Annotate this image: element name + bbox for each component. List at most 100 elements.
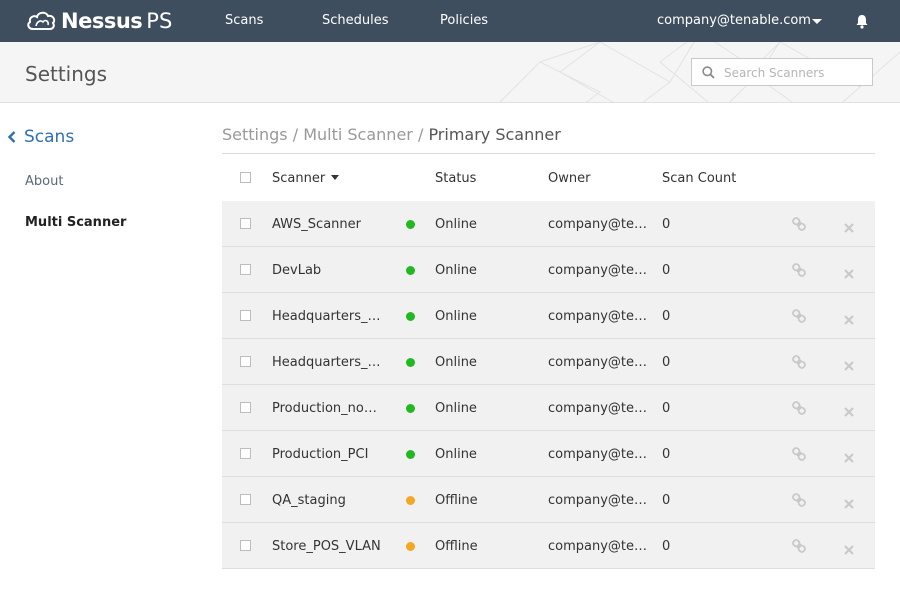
scan-count: 0 xyxy=(662,309,671,324)
scan-count: 0 xyxy=(662,217,671,232)
breadcrumb-multi-scanner[interactable]: Multi Scanner xyxy=(303,125,413,144)
close-icon[interactable] xyxy=(844,540,854,559)
scanner-status: Online xyxy=(435,401,477,416)
sidebar-item-multi-scanner[interactable]: Multi Scanner xyxy=(25,215,126,230)
row-checkbox[interactable] xyxy=(240,264,251,275)
table-row[interactable]: Headquarters_Finance Online company@tenabl… xyxy=(222,339,875,385)
scanner-owner: company@tenable.com xyxy=(548,493,648,508)
scanner-owner: company@tenable.com xyxy=(548,355,648,370)
logo-name: Nessus xyxy=(61,9,143,33)
row-checkbox[interactable] xyxy=(240,356,251,367)
search-box[interactable] xyxy=(691,58,873,86)
breadcrumb-settings[interactable]: Settings xyxy=(222,125,288,144)
page-header: Settings xyxy=(0,42,900,103)
table-row[interactable]: AWS_Scanner Online company@tenable.com 0 xyxy=(222,201,875,247)
scanner-owner: company@tenable.com xyxy=(548,309,648,324)
link-icon[interactable] xyxy=(792,262,806,281)
row-checkbox[interactable] xyxy=(240,540,251,551)
scan-count: 0 xyxy=(662,401,671,416)
row-checkbox[interactable] xyxy=(240,310,251,321)
row-checkbox[interactable] xyxy=(240,448,251,459)
close-icon[interactable] xyxy=(844,494,854,513)
breadcrumb-current: Primary Scanner xyxy=(428,125,561,144)
link-icon[interactable] xyxy=(792,492,806,511)
close-icon[interactable] xyxy=(844,310,854,329)
link-icon[interactable] xyxy=(792,538,806,557)
status-dot-icon xyxy=(406,450,415,459)
scanner-status: Online xyxy=(435,447,477,462)
scanner-name: DevLab xyxy=(272,263,322,278)
nav-schedules[interactable]: Schedules xyxy=(322,13,389,28)
status-dot-icon xyxy=(406,358,415,367)
row-checkbox[interactable] xyxy=(240,402,251,413)
logo-suffix: PS xyxy=(146,9,173,33)
scanner-name: Production_nonPCI xyxy=(272,401,382,416)
column-header-owner[interactable]: Owner xyxy=(548,171,590,186)
chevron-left-icon xyxy=(8,131,16,143)
sort-caret-icon xyxy=(331,175,340,180)
sidebar-item-about[interactable]: About xyxy=(25,174,63,189)
table-row[interactable]: QA_staging Offline company@tenable.com 0 xyxy=(222,477,875,523)
select-all-checkbox[interactable] xyxy=(240,172,251,183)
app-logo[interactable]: Nessus PS xyxy=(25,7,172,35)
link-icon[interactable] xyxy=(792,216,806,235)
close-icon[interactable] xyxy=(844,264,854,283)
table-row[interactable]: DevLab Online company@tenable.com 0 xyxy=(222,247,875,293)
column-header-label: Scanner xyxy=(272,171,326,186)
table-row[interactable]: Store_POS_VLAN Offline company@tenable.com… xyxy=(222,523,875,569)
breadcrumb: Settings / Multi Scanner / Primary Scann… xyxy=(222,125,561,144)
back-to-scans[interactable]: Scans xyxy=(8,127,74,147)
scan-count: 0 xyxy=(662,447,671,462)
chevron-down-icon[interactable] xyxy=(812,19,822,24)
link-icon[interactable] xyxy=(792,446,806,465)
scanner-owner: company@tenable.com xyxy=(548,539,648,554)
top-nav-bar: Nessus PS Scans Schedules Policies compa… xyxy=(0,0,900,42)
link-icon[interactable] xyxy=(792,400,806,419)
status-dot-icon xyxy=(406,312,415,321)
scanner-owner: company@tenable.com xyxy=(548,263,648,278)
scanner-name: QA_staging xyxy=(272,493,346,508)
user-menu[interactable]: company@tenable.com xyxy=(657,13,811,28)
link-icon[interactable] xyxy=(792,308,806,327)
scanner-name: AWS_Scanner xyxy=(272,217,361,232)
scanner-owner: company@tenable.com xyxy=(548,447,648,462)
table-row[interactable]: Production_PCI Online company@tenable.com 0 xyxy=(222,431,875,477)
table-row[interactable]: Production_nonPCI Online company@tenable.c… xyxy=(222,385,875,431)
status-dot-icon xyxy=(406,542,415,551)
scanner-status: Online xyxy=(435,217,477,232)
column-header-status[interactable]: Status xyxy=(435,171,476,186)
scan-count: 0 xyxy=(662,263,671,278)
scan-count: 0 xyxy=(662,493,671,508)
status-dot-icon xyxy=(406,220,415,229)
nav-scans[interactable]: Scans xyxy=(225,13,263,28)
status-dot-icon xyxy=(406,496,415,505)
close-icon[interactable] xyxy=(844,448,854,467)
scanner-status: Online xyxy=(435,355,477,370)
column-header-scan-count[interactable]: Scan Count xyxy=(662,171,736,186)
page-title: Settings xyxy=(25,62,108,86)
nav-policies[interactable]: Policies xyxy=(440,13,488,28)
search-icon xyxy=(702,66,715,79)
status-dot-icon xyxy=(406,266,415,275)
scan-count: 0 xyxy=(662,539,671,554)
bell-icon[interactable] xyxy=(855,14,869,33)
breadcrumb-separator: / xyxy=(292,125,299,144)
table-row[interactable]: Headquarters_Datacenter Online company@ten… xyxy=(222,293,875,339)
search-input[interactable] xyxy=(722,63,871,83)
row-checkbox[interactable] xyxy=(240,218,251,229)
scanner-name: Headquarters_Finance xyxy=(272,355,382,370)
scanner-name: Production_PCI xyxy=(272,447,369,462)
back-label: Scans xyxy=(24,127,75,147)
link-icon[interactable] xyxy=(792,354,806,373)
scanner-status: Offline xyxy=(435,539,478,554)
status-dot-icon xyxy=(406,404,415,413)
close-icon[interactable] xyxy=(844,402,854,421)
scanner-name: Headquarters_Datacenter xyxy=(272,309,382,324)
scanner-owner: company@tenable.com xyxy=(548,401,648,416)
close-icon[interactable] xyxy=(844,218,854,237)
scanner-status: Online xyxy=(435,309,477,324)
close-icon[interactable] xyxy=(844,356,854,375)
column-header-scanner[interactable]: Scanner xyxy=(272,171,340,186)
row-checkbox[interactable] xyxy=(240,494,251,505)
scanner-owner: company@tenable.com xyxy=(548,217,648,232)
